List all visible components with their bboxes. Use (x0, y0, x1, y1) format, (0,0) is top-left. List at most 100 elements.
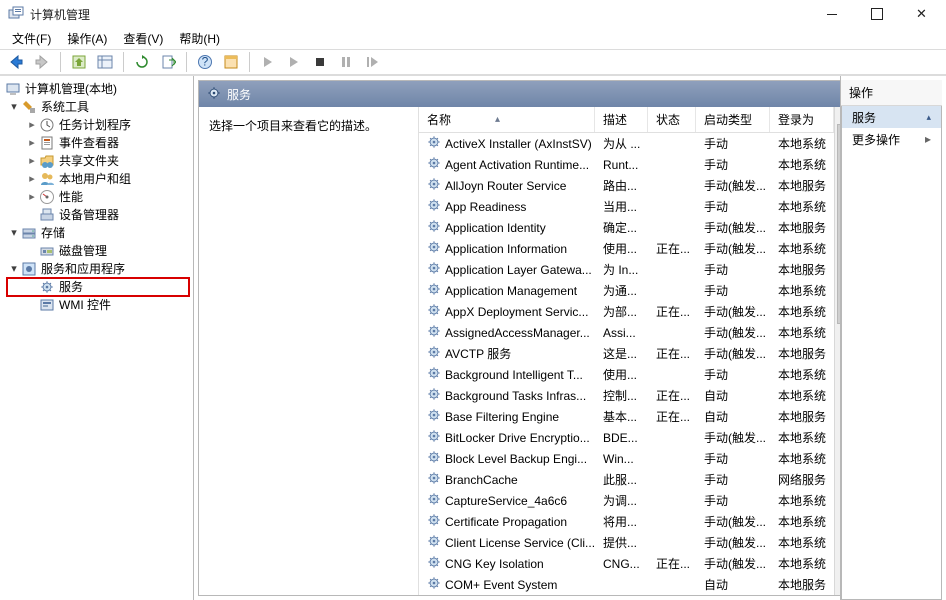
tree-local-users[interactable]: 本地用户和组 (3, 170, 193, 188)
pause-button[interactable] (334, 50, 358, 74)
tree-root[interactable]: 计算机管理(本地) (3, 80, 193, 98)
restart-button[interactable] (360, 50, 384, 74)
service-row[interactable]: BranchCache此服...手动网络服务 (419, 469, 834, 490)
service-name-cell: Base Filtering Engine (419, 408, 595, 425)
service-logon-cell: 本地系统 (770, 429, 834, 446)
service-row[interactable]: App Readiness当用...手动本地系统 (419, 196, 834, 217)
help-button[interactable]: ? (193, 50, 217, 74)
menu-help[interactable]: 帮助(H) (173, 28, 226, 49)
tree-device-manager[interactable]: 设备管理器 (3, 206, 193, 224)
action-services[interactable]: 服务 ▴ (842, 106, 941, 128)
service-row[interactable]: AppX Deployment Servic...为部...正在...手动(触发… (419, 301, 834, 322)
expand-icon[interactable] (7, 224, 21, 242)
service-row[interactable]: Certificate Propagation将用...手动(触发...本地系统 (419, 511, 834, 532)
service-row[interactable]: Application Identity确定...手动(触发...本地服务 (419, 217, 834, 238)
tree-label: 系统工具 (41, 98, 89, 116)
service-row[interactable]: Background Tasks Infras...控制...正在...自动本地… (419, 385, 834, 406)
service-name: CNG Key Isolation (445, 557, 544, 571)
gear-icon (427, 282, 441, 299)
gear-icon (427, 177, 441, 194)
tree-system-tools[interactable]: 系统工具 (3, 98, 193, 116)
service-row[interactable]: Block Level Backup Engi...Win...手动本地系统 (419, 448, 834, 469)
gear-icon (207, 86, 221, 103)
expand-icon[interactable] (7, 98, 21, 116)
service-row[interactable]: Base Filtering Engine基本...正在...自动本地服务 (419, 406, 834, 427)
expand-icon[interactable] (25, 152, 39, 170)
nav-tree[interactable]: 计算机管理(本地) 系统工具 任务计划程序 事件查看器 共享文件夹 本地用户和组 (0, 76, 194, 600)
chevron-up-icon: ▴ (926, 112, 931, 123)
service-start-cell: 手动(触发... (696, 429, 770, 446)
list-rows[interactable]: ActiveX Installer (AxInstSV)为从 ...手动本地系统… (419, 133, 834, 595)
nav-back-button[interactable] (4, 50, 28, 74)
gear-icon (39, 279, 55, 295)
service-logon-cell: 本地系统 (770, 198, 834, 215)
service-name: AssignedAccessManager... (445, 326, 590, 340)
properties-grid-button[interactable] (93, 50, 117, 74)
menu-file[interactable]: 文件(F) (6, 28, 57, 49)
tree-label: 性能 (59, 188, 83, 206)
expand-icon[interactable] (25, 170, 39, 188)
service-row[interactable]: Background Intelligent T...使用...手动本地系统 (419, 364, 834, 385)
service-start-cell: 手动(触发... (696, 240, 770, 257)
service-row[interactable]: Application Management为通...手动本地系统 (419, 280, 834, 301)
expand-icon[interactable] (25, 188, 39, 206)
service-row[interactable]: CNG Key IsolationCNG...正在...手动(触发...本地系统 (419, 553, 834, 574)
tree-event-viewer[interactable]: 事件查看器 (3, 134, 193, 152)
menu-action[interactable]: 操作(A) (61, 28, 113, 49)
expand-icon[interactable] (7, 260, 21, 278)
tree-storage[interactable]: 存储 (3, 224, 193, 242)
service-row[interactable]: CaptureService_4a6c6为调...手动本地系统 (419, 490, 834, 511)
gear-icon (427, 156, 441, 173)
service-name-cell: AVCTP 服务 (419, 345, 595, 362)
service-name-cell: Background Intelligent T... (419, 366, 595, 383)
service-logon-cell: 本地服务 (770, 261, 834, 278)
window-close-button[interactable] (899, 0, 944, 28)
refresh-button[interactable] (130, 50, 154, 74)
tree-performance[interactable]: 性能 (3, 188, 193, 206)
service-row[interactable]: ActiveX Installer (AxInstSV)为从 ...手动本地系统 (419, 133, 834, 154)
service-desc-cell: 路由... (595, 177, 648, 194)
play-button-alt[interactable] (282, 50, 306, 74)
service-row[interactable]: Application Layer Gatewa...为 In...手动本地服务 (419, 259, 834, 280)
stop-button[interactable] (308, 50, 332, 74)
up-button[interactable] (67, 50, 91, 74)
tree-task-scheduler[interactable]: 任务计划程序 (3, 116, 193, 134)
service-row[interactable]: AVCTP 服务这是...正在...手动(触发...本地服务 (419, 343, 834, 364)
window-minimize-button[interactable] (809, 0, 854, 28)
tree-disk-management[interactable]: 磁盘管理 (3, 242, 193, 260)
service-logon-cell: 网络服务 (770, 471, 834, 488)
service-start-cell: 手动(触发... (696, 513, 770, 530)
export-list-button[interactable] (156, 50, 180, 74)
service-row[interactable]: Client License Service (Cli...提供...手动(触发… (419, 532, 834, 553)
nav-forward-button[interactable] (30, 50, 54, 74)
action-more[interactable]: 更多操作 (842, 128, 941, 150)
gear-icon (427, 324, 441, 341)
service-row[interactable]: Application Information使用...正在...手动(触发..… (419, 238, 834, 259)
column-name[interactable]: 名称 (419, 107, 595, 132)
column-logon[interactable]: 登录为 (770, 107, 834, 132)
tree-wmi[interactable]: WMI 控件 (3, 296, 193, 314)
service-row[interactable]: AssignedAccessManager...Assi...手动(触发...本… (419, 322, 834, 343)
service-row[interactable]: AllJoyn Router Service路由...手动(触发...本地服务 (419, 175, 834, 196)
service-row[interactable]: Agent Activation Runtime...Runt...手动本地系统 (419, 154, 834, 175)
service-row[interactable]: COM+ Event System自动本地服务 (419, 574, 834, 595)
tree-services-apps[interactable]: 服务和应用程序 (3, 260, 193, 278)
play-button[interactable] (256, 50, 280, 74)
expand-icon[interactable] (25, 134, 39, 152)
tree-shared-folders[interactable]: 共享文件夹 (3, 152, 193, 170)
column-startup[interactable]: 启动类型 (696, 107, 770, 132)
service-name-cell: CaptureService_4a6c6 (419, 492, 595, 509)
menu-view[interactable]: 查看(V) (117, 28, 169, 49)
vertical-scrollbar[interactable]: ▴ ▾ (834, 107, 841, 595)
service-logon-cell: 本地系统 (770, 156, 834, 173)
console-props-button[interactable] (219, 50, 243, 74)
window-maximize-button[interactable] (854, 0, 899, 28)
service-row[interactable]: BitLocker Drive Encryptio...BDE...手动(触发.… (419, 427, 834, 448)
column-status[interactable]: 状态 (648, 107, 696, 132)
service-desc-cell: 基本... (595, 408, 648, 425)
service-name-cell: BitLocker Drive Encryptio... (419, 429, 595, 446)
expand-icon[interactable] (25, 116, 39, 134)
tree-services[interactable]: 服务 (7, 278, 189, 296)
service-start-cell: 手动 (696, 135, 770, 152)
column-description[interactable]: 描述 (595, 107, 648, 132)
